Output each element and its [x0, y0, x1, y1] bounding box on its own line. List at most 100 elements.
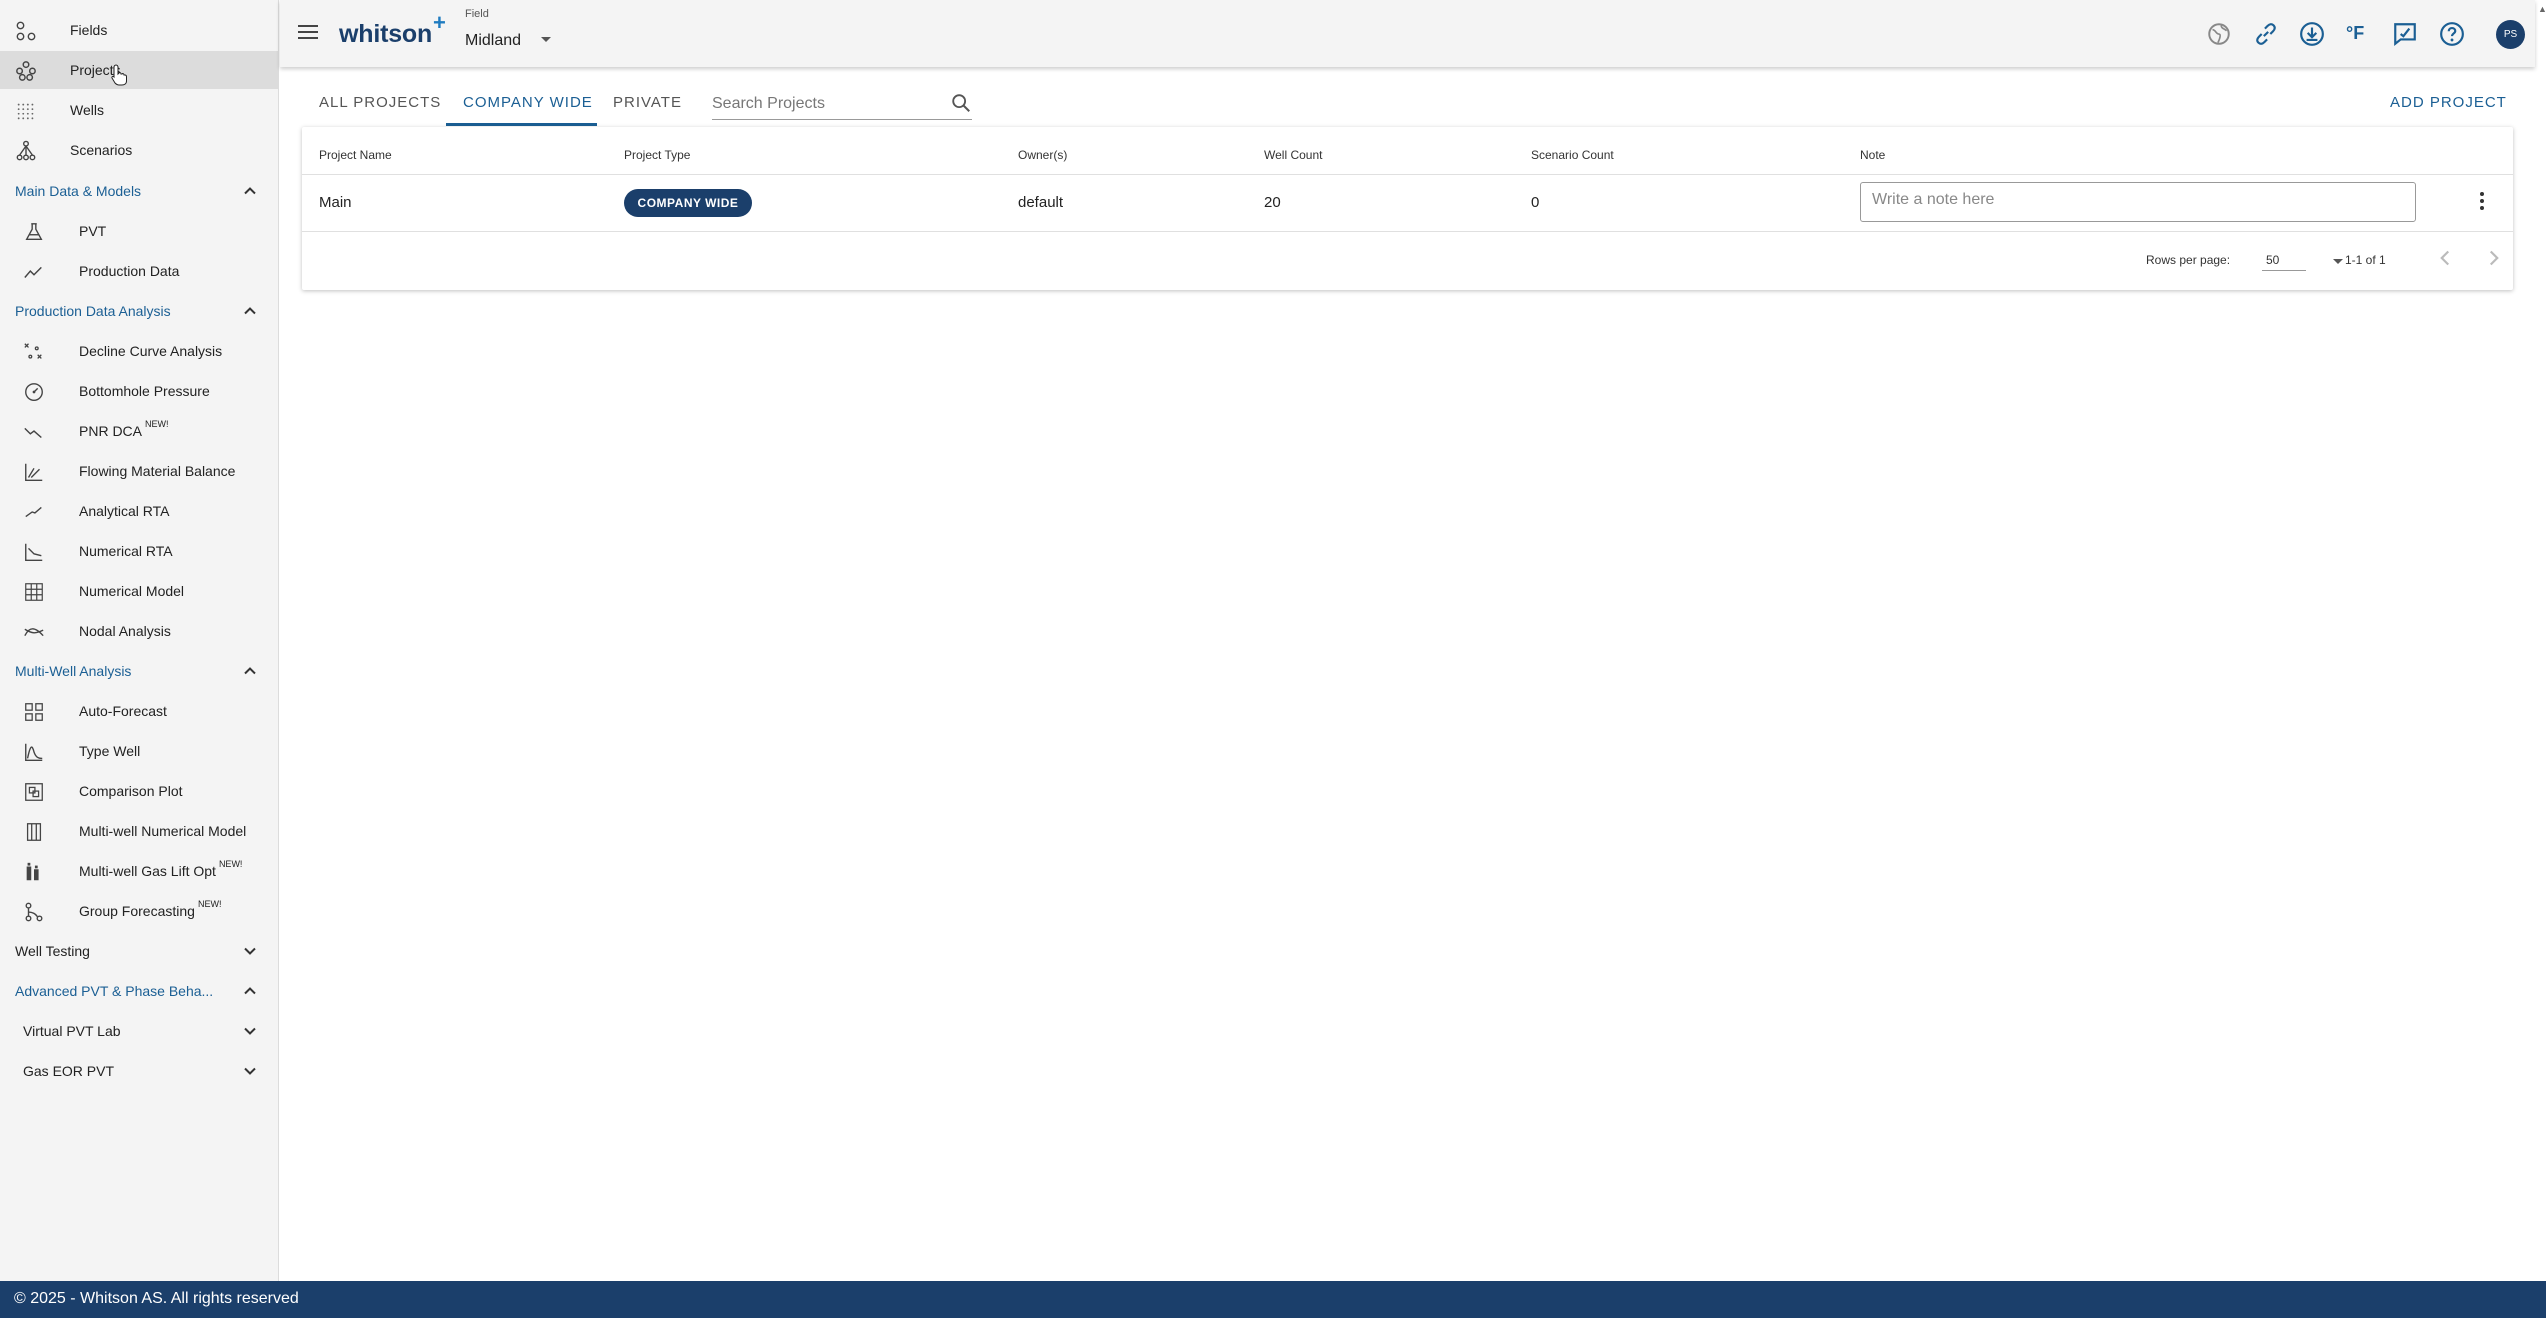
chevron-down-icon [244, 1067, 256, 1075]
column-header-owners[interactable]: Owner(s) [1018, 148, 1067, 162]
help-icon[interactable] [2439, 21, 2465, 47]
project-name-cell[interactable]: Main [319, 194, 352, 211]
sidebar-item-pnr-dca[interactable]: PNR DCA NEW! [0, 412, 278, 450]
feedback-icon[interactable] [2392, 21, 2418, 47]
comparison-plot-icon [25, 783, 43, 801]
sidebar-item-type-well[interactable]: Type Well [0, 732, 278, 770]
sidebar-item-multi-well-numerical-model[interactable]: Multi-well Numerical Model [0, 812, 278, 850]
search-input[interactable] [712, 90, 972, 120]
project-type-badge: COMPANY WIDE [624, 189, 752, 217]
section-main-data-models[interactable]: Main Data & Models [0, 172, 278, 210]
column-header-project-name[interactable]: Project Name [319, 148, 392, 162]
download-icon[interactable] [2299, 21, 2325, 47]
sidebar-item-label: Type Well [79, 743, 141, 759]
section-title: Production Data Analysis [15, 303, 171, 319]
tab-company-wide[interactable]: COMPANY WIDE [463, 94, 593, 111]
sidebar-item-bottomhole-pressure[interactable]: Bottomhole Pressure [0, 372, 278, 410]
fmb-icon [25, 463, 43, 481]
fields-icon [16, 21, 36, 41]
sidebar-item-production-data[interactable]: Production Data [0, 252, 278, 290]
hamburger-menu-icon[interactable] [298, 24, 318, 40]
chevron-down-icon [244, 1027, 256, 1035]
section-title: Advanced PVT & Phase Beha... [15, 983, 214, 999]
rows-per-page-caret-icon[interactable] [2333, 259, 2343, 264]
sidebar-item-label: Auto-Forecast [79, 703, 167, 719]
temperature-unit-toggle[interactable]: °F [2346, 23, 2372, 49]
more-options-icon[interactable] [2470, 189, 2494, 213]
grid-icon [25, 583, 43, 601]
section-title: Main Data & Models [15, 183, 142, 199]
sidebar-item-decline-curve-analysis[interactable]: Decline Curve Analysis [0, 332, 278, 370]
section-gas-eor-pvt[interactable]: Gas EOR PVT [0, 1052, 278, 1090]
next-page-icon[interactable] [2481, 245, 2507, 271]
search-icon[interactable] [950, 92, 972, 114]
rows-per-page-label: Rows per page: [2146, 253, 2231, 267]
sidebar-item-group-forecasting[interactable]: Group Forecasting NEW! [0, 892, 278, 930]
owner-cell: default [1018, 194, 1064, 211]
column-header-well-count[interactable]: Well Count [1264, 148, 1322, 162]
footer: © 2025 - Whitson AS. All rights reserved [0, 1281, 2546, 1318]
gas-lift-icon [26, 862, 39, 881]
sidebar-item-projects[interactable]: Projects [0, 51, 278, 89]
section-well-testing[interactable]: Well Testing [0, 932, 278, 970]
sidebar-item-analytical-rta[interactable]: Analytical RTA [0, 492, 278, 530]
field-select[interactable]: Midland [465, 32, 521, 50]
tab-all-projects[interactable]: ALL PROJECTS [319, 94, 441, 111]
chevron-down-icon [244, 947, 256, 955]
sidebar-item-label: Numerical RTA [79, 543, 173, 559]
sidebar-item-label: Fields [70, 22, 108, 38]
rows-per-page-select[interactable]: 50 [2262, 247, 2306, 271]
avatar[interactable]: PS [2496, 20, 2525, 49]
previous-page-icon[interactable] [2432, 245, 2458, 271]
scrollbar-up-arrow-icon[interactable]: ▲ [2538, 4, 2546, 14]
column-header-project-type[interactable]: Project Type [624, 148, 690, 162]
globe-icon[interactable] [2206, 21, 2232, 47]
section-production-data-analysis[interactable]: Production Data Analysis [0, 292, 278, 330]
sidebar-item-label: Group Forecasting NEW! [79, 899, 222, 919]
logo[interactable]: whitson+ [339, 10, 446, 49]
tab-private[interactable]: PRIVATE [613, 94, 682, 111]
sidebar-item-numerical-rta[interactable]: Numerical RTA [0, 532, 278, 570]
active-tab-indicator [446, 123, 597, 126]
sidebar-item-flowing-material-balance[interactable]: Flowing Material Balance [0, 452, 278, 490]
section-title: Multi-Well Analysis [15, 663, 132, 679]
section-virtual-pvt-lab[interactable]: Virtual PVT Lab [0, 1012, 278, 1050]
sidebar-item-multi-well-gas-lift-opt[interactable]: Multi-well Gas Lift Opt NEW! [0, 852, 278, 890]
dca-icon [24, 343, 42, 359]
sidebar-item-label: Scenarios [70, 142, 133, 158]
sidebar-item-scenarios[interactable]: Scenarios [0, 131, 278, 169]
new-badge: NEW! [218, 859, 243, 869]
chevron-up-icon [244, 307, 256, 315]
sidebar-item-label: Decline Curve Analysis [79, 343, 223, 359]
add-project-button[interactable]: ADD PROJECT [2390, 94, 2507, 111]
column-header-note[interactable]: Note [1860, 148, 1885, 162]
trend-icon [24, 266, 42, 278]
sidebar-item-comparison-plot[interactable]: Comparison Plot [0, 772, 278, 810]
chevron-up-icon [244, 667, 256, 675]
sidebar-item-label: Nodal Analysis [79, 623, 171, 639]
sidebar-item-auto-forecast[interactable]: Auto-Forecast [0, 692, 278, 730]
sidebar: Fields Projects Wells Scenarios Main Dat… [0, 0, 279, 1281]
sidebar-item-pvt[interactable]: PVT [0, 212, 278, 250]
sidebar-item-wells[interactable]: Wells [0, 91, 278, 129]
section-multi-well-analysis[interactable]: Multi-Well Analysis [0, 652, 278, 690]
projects-table: Project Name Project Type Owner(s) Well … [302, 127, 2513, 290]
field-select-caret-icon[interactable] [541, 37, 551, 42]
nodal-icon [24, 628, 44, 637]
section-advanced-pvt[interactable]: Advanced PVT & Phase Beha... [0, 972, 278, 1010]
column-header-scenario-count[interactable]: Scenario Count [1531, 148, 1614, 162]
link-icon[interactable] [2253, 21, 2279, 47]
app-header: whitson+ Field Midland °F PS [280, 0, 2535, 67]
sidebar-item-numerical-model[interactable]: Numerical Model [0, 572, 278, 610]
group-forecast-icon [25, 902, 43, 922]
sidebar-item-label: Numerical Model [79, 583, 185, 599]
sidebar-item-label: PVT [79, 223, 107, 239]
sidebar-item-fields[interactable]: Fields [0, 11, 278, 49]
section-title: Virtual PVT Lab [23, 1023, 121, 1039]
flask-icon [25, 223, 43, 241]
section-title: Well Testing [15, 943, 90, 959]
sidebar-item-nodal-analysis[interactable]: Nodal Analysis [0, 612, 278, 650]
auto-forecast-icon [25, 703, 43, 721]
note-field[interactable] [1860, 182, 2416, 222]
scenario-count-cell: 0 [1531, 194, 1540, 211]
